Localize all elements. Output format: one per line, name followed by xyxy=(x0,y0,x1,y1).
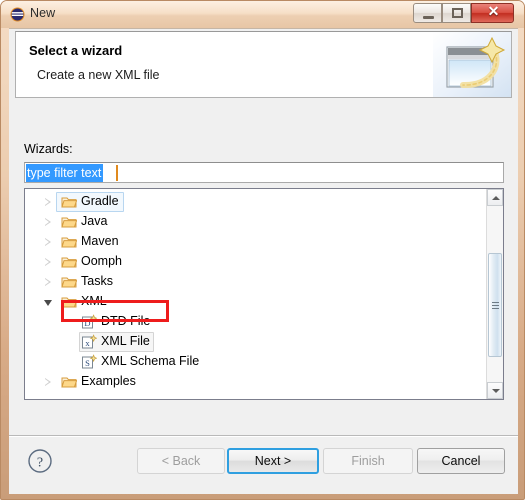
cancel-button[interactable]: Cancel xyxy=(417,448,505,474)
xml-schema-file-icon: S xyxy=(81,354,98,370)
folder-icon xyxy=(61,275,78,289)
eclipse-circle-icon xyxy=(10,7,25,22)
tree-item-label: Java xyxy=(81,214,108,228)
tree-item-label: XML Schema File xyxy=(101,354,200,368)
scroll-up-button[interactable] xyxy=(487,189,503,206)
annotation-rectangle xyxy=(61,300,169,322)
arrow-down-icon xyxy=(492,389,500,393)
maximize-icon xyxy=(452,8,463,18)
chevron-right-icon[interactable] xyxy=(45,278,51,286)
page-title: Select a wizard xyxy=(29,43,123,58)
scroll-down-button[interactable] xyxy=(487,382,503,399)
tree-item-label: Gradle xyxy=(81,194,119,208)
wizard-banner-icon xyxy=(433,32,511,97)
chevron-right-icon[interactable] xyxy=(45,378,51,386)
folder-icon xyxy=(61,215,78,229)
tree-item-maven[interactable]: Maven xyxy=(25,232,487,252)
chevron-right-icon[interactable] xyxy=(45,238,51,246)
grip-line xyxy=(492,302,499,303)
wizard-body: Wizards: type filter text Gradle Java Ma… xyxy=(9,99,518,424)
tree-item-tasks[interactable]: Tasks xyxy=(25,272,487,292)
dialog-window: New ✕ Select a wizard Create a new XML f… xyxy=(0,0,525,500)
svg-text:S: S xyxy=(85,358,90,368)
help-button[interactable]: ? xyxy=(27,448,53,474)
wizard-tree[interactable]: Gradle Java Maven Oomph Tasks XML D DTD … xyxy=(24,188,504,400)
chevron-right-icon[interactable] xyxy=(45,258,51,266)
close-icon: ✕ xyxy=(487,5,500,20)
folder-icon xyxy=(61,375,78,389)
back-button[interactable]: < Back xyxy=(137,448,225,474)
title-bar[interactable]: New ✕ xyxy=(1,1,524,28)
chevron-right-icon[interactable] xyxy=(45,198,51,206)
svg-text:?: ? xyxy=(37,456,43,471)
tree-item-label: Tasks xyxy=(81,274,113,288)
folder-icon xyxy=(61,235,78,249)
tree-vertical-scrollbar[interactable] xyxy=(486,189,503,399)
tree-item-oomph[interactable]: Oomph xyxy=(25,252,487,272)
xml-file-icon: x xyxy=(81,334,98,350)
folder-icon xyxy=(61,255,78,269)
filter-input-value: type filter text xyxy=(26,164,104,182)
tree-item-java[interactable]: Java xyxy=(25,212,487,232)
dialog-client-area: Select a wizard Create a new XML file Wi… xyxy=(9,28,518,494)
page-description: Create a new XML file xyxy=(37,68,160,82)
folder-icon xyxy=(61,195,78,209)
wizards-label: Wizards: xyxy=(24,142,73,156)
wizard-header: Select a wizard Create a new XML file xyxy=(15,31,512,98)
minimize-button[interactable] xyxy=(413,3,442,23)
tree-item-label: Examples xyxy=(81,374,136,388)
filter-input[interactable]: type filter text xyxy=(24,162,504,183)
next-button[interactable]: Next > xyxy=(227,448,319,474)
maximize-button[interactable] xyxy=(442,3,471,23)
window-title: New xyxy=(30,6,56,20)
tree-item-xml-file[interactable]: x XML File xyxy=(25,332,487,352)
finish-button[interactable]: Finish xyxy=(323,448,413,474)
tree-item-gradle[interactable]: Gradle xyxy=(25,192,487,212)
button-bar: ? < Back Next > Finish Cancel xyxy=(9,436,518,494)
grip-line xyxy=(492,308,499,309)
minimize-icon xyxy=(423,16,434,19)
wizard-tree-list: Gradle Java Maven Oomph Tasks XML D DTD … xyxy=(25,192,487,392)
chevron-down-icon[interactable] xyxy=(44,300,52,306)
scrollbar-thumb[interactable] xyxy=(488,253,502,357)
text-caret xyxy=(116,165,118,181)
chevron-right-icon[interactable] xyxy=(45,218,51,226)
tree-item-label: XML File xyxy=(101,334,150,348)
arrow-up-icon xyxy=(492,196,500,200)
tree-item-label: Oomph xyxy=(81,254,122,268)
tree-item-examples[interactable]: Examples xyxy=(25,372,487,392)
close-button[interactable]: ✕ xyxy=(471,3,514,23)
grip-line xyxy=(492,305,499,306)
tree-item-xml-schema-file[interactable]: S XML Schema File xyxy=(25,352,487,372)
tree-item-label: Maven xyxy=(81,234,119,248)
